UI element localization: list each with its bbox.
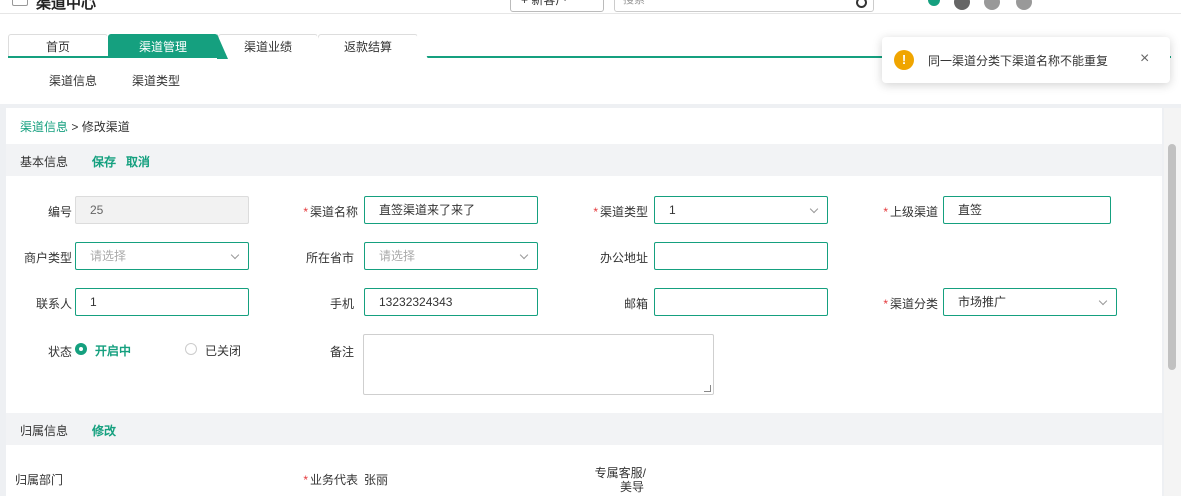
tab-channel-performance[interactable]: 渠道业绩 xyxy=(218,34,328,59)
subnav-channel-type[interactable]: 渠道类型 xyxy=(132,72,180,89)
warning-toast: ! 同一渠道分类下渠道名称不能重复 × xyxy=(882,37,1170,83)
resize-handle-icon[interactable] xyxy=(704,385,711,392)
edit-ownership-button[interactable]: 修改 xyxy=(92,422,116,439)
email-label: 邮箱 xyxy=(623,297,648,311)
required-mark: * xyxy=(593,205,598,219)
chevron-down-icon xyxy=(809,204,819,214)
contact-input[interactable]: 1 xyxy=(75,288,249,316)
subnav-channel-info[interactable]: 渠道信息 xyxy=(49,72,97,89)
office-address-input[interactable] xyxy=(654,242,828,270)
id-field: 25 xyxy=(75,196,249,224)
toast-message: 同一渠道分类下渠道名称不能重复 xyxy=(928,54,1109,68)
warning-icon: ! xyxy=(894,50,914,70)
breadcrumb-current: 修改渠道 xyxy=(81,120,130,134)
chevron-down-icon xyxy=(519,250,529,260)
status-open-label: 开启中 xyxy=(95,344,132,358)
province-label: 所在省市 xyxy=(305,251,354,265)
channel-type-label-text: 渠道类型 xyxy=(599,205,648,219)
id-label: 编号 xyxy=(47,205,72,219)
radio-unchecked-icon xyxy=(185,343,197,355)
phone-label: 手机 xyxy=(329,297,354,311)
sales-rep-label-text: 业务代表 xyxy=(309,473,358,487)
tab-refund-settlement[interactable]: 返款结算 xyxy=(318,34,428,59)
cancel-button[interactable]: 取消 xyxy=(126,153,150,170)
breadcrumb-channel-info-link[interactable]: 渠道信息 xyxy=(20,120,68,134)
merchant-type-select[interactable]: 请选择 xyxy=(75,242,249,270)
new-customer-button[interactable]: + 新客户 xyxy=(510,0,604,12)
province-select[interactable]: 请选择 xyxy=(364,242,538,270)
logo-icon xyxy=(12,0,28,6)
vertical-scrollbar[interactable] xyxy=(1164,108,1181,496)
parent-channel-label: * 上级渠道 xyxy=(866,203,938,220)
sales-rep-value: 张丽 xyxy=(364,473,389,487)
basic-info-section-bar: 基本信息 保存 取消 xyxy=(6,144,1162,176)
required-mark: * xyxy=(883,297,888,311)
ownership-section-bar: 归属信息 修改 xyxy=(6,413,1162,445)
radio-checked-icon xyxy=(75,343,87,355)
parent-channel-input[interactable]: 直签 xyxy=(943,196,1111,224)
channel-category-select[interactable]: 市场推广 xyxy=(943,288,1117,316)
user-avatar[interactable] xyxy=(1016,0,1032,10)
sales-rep-label: * 业务代表 xyxy=(290,471,358,488)
contact-label: 联系人 xyxy=(35,297,72,311)
message-icon[interactable] xyxy=(954,0,970,10)
scrollbar-thumb[interactable] xyxy=(1168,144,1176,370)
channel-type-select[interactable]: 1 xyxy=(654,196,828,224)
close-icon[interactable]: × xyxy=(1140,50,1149,68)
notification-icon[interactable] xyxy=(984,0,1000,10)
remark-textarea[interactable] xyxy=(363,334,714,395)
office-address-label: 办公地址 xyxy=(599,251,648,265)
channel-name-label: * 渠道名称 xyxy=(290,203,358,220)
phone-input[interactable]: 13232324343 xyxy=(364,288,538,316)
merchant-type-placeholder: 请选择 xyxy=(90,249,127,263)
global-search-input[interactable]: 搜索 xyxy=(614,0,874,12)
required-mark: * xyxy=(883,205,888,219)
save-button[interactable]: 保存 xyxy=(92,153,116,170)
email-input[interactable] xyxy=(654,288,828,316)
required-mark: * xyxy=(303,205,308,219)
app-title: 渠道中心 xyxy=(36,0,97,12)
channel-category-label: * 渠道分类 xyxy=(866,295,938,312)
breadcrumb-separator: > xyxy=(68,120,82,134)
required-mark: * xyxy=(303,473,308,487)
tab-home[interactable]: 首页 xyxy=(8,34,118,59)
channel-category-value: 市场推广 xyxy=(958,295,1007,309)
province-placeholder: 请选择 xyxy=(379,249,416,263)
remark-label: 备注 xyxy=(329,345,354,359)
breadcrumb: 渠道信息 > 修改渠道 xyxy=(20,118,130,135)
chevron-down-icon xyxy=(230,250,240,260)
ownership-title: 归属信息 xyxy=(20,424,69,438)
main-content: 渠道信息 > 修改渠道 基本信息 保存 取消 编号 25 * 渠道名称 直签渠道来… xyxy=(6,108,1162,496)
online-status-icon xyxy=(928,0,940,6)
status-label: 状态 xyxy=(47,345,72,359)
merchant-type-label: 商户类型 xyxy=(23,251,72,265)
chevron-down-icon xyxy=(1098,296,1108,306)
tab-channel-management[interactable]: 渠道管理 xyxy=(108,34,228,59)
basic-info-title: 基本信息 xyxy=(20,155,69,169)
parent-channel-label-text: 上级渠道 xyxy=(889,205,938,219)
top-header: 渠道中心 + 新客户 搜索 xyxy=(0,0,1181,14)
department-label: 归属部门 xyxy=(15,473,64,487)
service-label-line2: 美导 xyxy=(619,480,644,494)
search-placeholder: 搜索 xyxy=(623,0,645,6)
search-icon[interactable] xyxy=(856,0,867,8)
channel-name-input[interactable]: 直签渠道来了来了 xyxy=(364,196,538,224)
channel-type-value: 1 xyxy=(669,203,676,217)
channel-name-label-text: 渠道名称 xyxy=(309,205,358,219)
channel-type-label: * 渠道类型 xyxy=(576,203,648,220)
status-closed-label: 已关闭 xyxy=(205,344,242,358)
channel-category-label-text: 渠道分类 xyxy=(889,297,938,311)
